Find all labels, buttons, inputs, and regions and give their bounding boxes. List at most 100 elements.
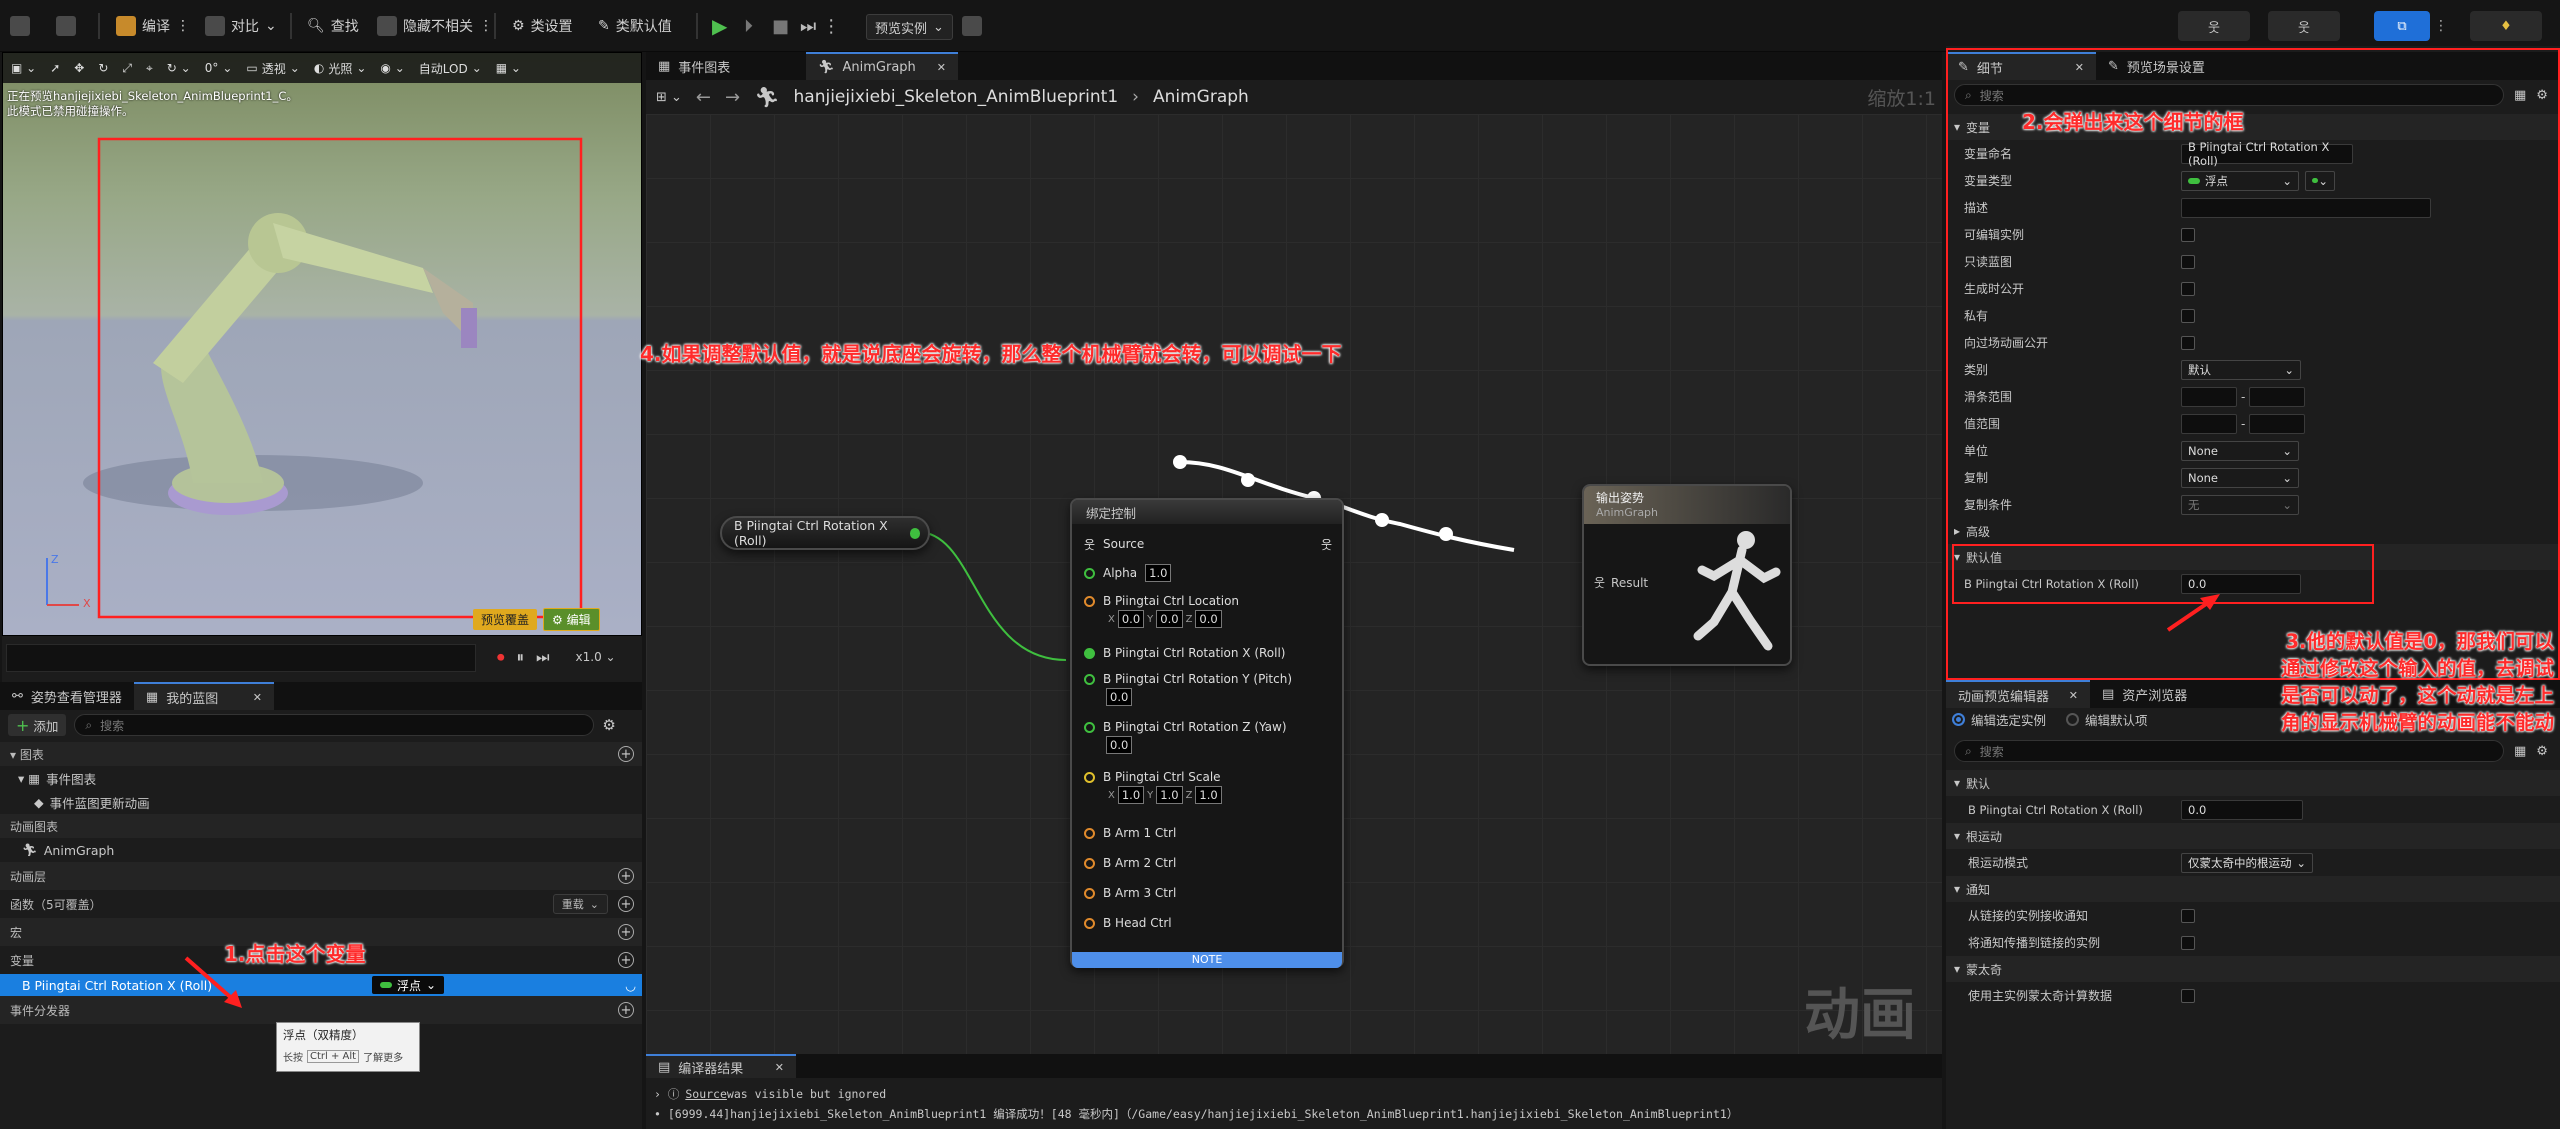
pe-variable-input[interactable]: 0.0 [2181,799,2303,820]
graph-canvas[interactable]: B Piingtai Ctrl Rotation X (Roll) 绑定控制 웃… [646,114,1942,1054]
visibility-eye-icon[interactable]: ◡ [625,978,636,993]
breadcrumb-graph[interactable]: AnimGraph [1153,87,1249,107]
section-advanced[interactable]: ▸ 高级 [1946,518,2560,544]
hide-unrelated-button[interactable]: 隐藏不相关 ⋮ [377,11,493,41]
skeleton-mode-button[interactable]: 웃 [2178,11,2250,41]
tree-event-graph[interactable]: ▾ ▦ 事件图表 [0,766,642,790]
close-icon[interactable]: ✕ [253,691,262,704]
expose-spawn-checkbox[interactable] [2181,281,2195,296]
close-icon[interactable]: ✕ [775,1061,784,1074]
eject-button[interactable]: ⏭ ⋮ [800,11,840,41]
section-dispatchers[interactable]: 事件分发器 + [0,996,642,1024]
section-default-value[interactable]: ▾ 默认值 [1946,544,2560,570]
add-variable-icon[interactable]: + [618,952,634,968]
section-root-motion[interactable]: ▾ 根运动 [1946,823,2560,849]
source-pin-row[interactable]: 웃 Source 웃 [1084,530,1332,558]
close-icon[interactable]: ✕ [2069,689,2078,702]
tab-anim-preview[interactable]: 动画预览编辑器 ✕ [1946,680,2090,708]
gear-icon[interactable]: ⚙ [2536,744,2548,759]
instance-editable-checkbox[interactable] [2181,227,2195,242]
expose-cine-checkbox[interactable] [2181,335,2195,350]
forward-arrow-icon[interactable]: → [725,87,740,108]
compiler-source-link[interactable]: Source [685,1087,727,1101]
stop-button[interactable]: ■ [772,11,789,41]
play-button[interactable]: ▶ [712,11,727,41]
location-y-input[interactable]: 0.0 [1156,610,1183,628]
arm1-pin-row[interactable]: B Arm 1 Ctrl [1084,818,1332,848]
slider-min-input[interactable] [2181,386,2237,407]
details-search[interactable]: ⌕ 搜索 [1954,84,2504,106]
rotation-z-pin-row[interactable]: B Piingtai Ctrl Rotation Z (Yaw) 0.0 [1084,716,1332,766]
desc-input[interactable] [2181,197,2431,218]
radio-defaults[interactable]: 编辑默认项 [2066,710,2148,729]
add-dispatcher-icon[interactable]: + [618,1002,634,1018]
pause-icon[interactable]: ⏸ [517,648,525,666]
more-icon[interactable]: ⋮ [2434,11,2448,41]
head-pin-row[interactable]: B Head Ctrl [1084,908,1332,938]
record-icon[interactable]: ⏺ [497,648,505,666]
preview-instance-dropdown[interactable]: 预览实例 ⌄ [866,12,953,42]
location-x-input[interactable]: 0.0 [1117,610,1145,628]
section-graphs[interactable]: ▾ 图表 + [0,742,642,766]
debug-button[interactable] [962,11,982,41]
compile-button[interactable]: 编译 ⋮ [116,11,190,41]
tree-anim-graph[interactable]: 🏃︎ AnimGraph [0,838,642,862]
section-notify[interactable]: ▾ 通知 [1946,876,2560,902]
section-anim-graphs[interactable]: 动画图表 [0,814,642,838]
control-rig-node[interactable]: 绑定控制 웃 Source 웃 Alpha 1.0 B Piingtai Ctrl L… [1070,498,1344,968]
add-button[interactable]: + 添加 [8,714,67,736]
add-layer-icon[interactable]: + [618,868,634,884]
replication-dropdown[interactable]: None ⌄ [2181,467,2299,488]
value-min-input[interactable] [2181,413,2237,434]
back-arrow-icon[interactable]: ← [696,87,711,108]
bookmark-icon[interactable]: ⊞ ⌄ [656,90,682,105]
find-button[interactable]: 🔍︎ 查找 [307,11,359,41]
tab-preview-scene[interactable]: ✎ 预览场景设置 [2096,52,2217,80]
class-defaults-button[interactable]: ✎ 类默认值 [598,11,672,41]
section-functions[interactable]: 函数（5可覆盖） 重载 ⌄ + [0,890,642,918]
rep-condition-dropdown[interactable]: 无 ⌄ [2181,494,2299,515]
physics-mode-button[interactable]: ♦ [2470,11,2542,41]
readonly-checkbox[interactable] [2181,254,2195,269]
alpha-input[interactable]: 1.0 [1145,564,1172,582]
pe-root-mode-dropdown[interactable]: 仅蒙太奇中的根运动 ⌄ [2181,852,2313,873]
step-button[interactable]: ⏵ [744,11,753,41]
scale-x-input[interactable]: 1.0 [1117,786,1145,804]
output-pose-node[interactable]: 输出姿势 AnimGraph 웃 Result [1582,484,1792,666]
tree-event-update[interactable]: ◆ 事件蓝图更新动画 [0,790,642,814]
my-blueprint-search[interactable]: ⌕ 搜索 [74,714,595,736]
tab-pose-watch[interactable]: ⚯ 姿势查看管理器 [0,682,134,710]
step-forward-icon[interactable]: ⏭ [536,648,550,666]
var-type-dropdown[interactable]: 浮点 ⌄ [2181,170,2299,191]
var-name-input[interactable]: B Piingtai Ctrl Rotation X (Roll) [2181,140,2353,168]
units-dropdown[interactable]: None ⌄ [2181,440,2299,461]
section-default[interactable]: ▾ 默认 [1946,770,2560,796]
arm3-pin-row[interactable]: B Arm 3 Ctrl [1084,878,1332,908]
close-icon[interactable]: ✕ [2075,61,2084,74]
preview-search[interactable]: ⌕ 搜索 [1954,740,2504,762]
edit-button[interactable]: ⚙ 编辑 [543,607,600,631]
pe-montage1-checkbox[interactable] [2181,988,2195,1003]
rotation-y-pin-row[interactable]: B Piingtai Ctrl Rotation Y (Pitch) 0.0 [1084,668,1332,716]
radio-selected-instance[interactable]: 编辑选定实例 [1952,710,2046,729]
viewport[interactable]: ▣ ⌄ ➚ ✥ ↻ ⤢ ⌖ ↻ ⌄ 0° ⌄ ▭ 透视 ⌄ ◐ 光照 ⌄ ◉ ⌄… [2,52,642,636]
override-dropdown[interactable]: 重载 ⌄ [552,894,608,914]
output-pin[interactable] [909,527,920,539]
location-pin-row[interactable]: B Piingtai Ctrl Location X 0.0 Y 0.0 Z 0.0 [1084,588,1332,638]
category-dropdown[interactable]: 默认 ⌄ [2181,359,2301,380]
variable-type-dropdown[interactable]: 浮点 ⌄ [372,976,445,994]
add-function-icon[interactable]: + [618,896,634,912]
private-checkbox[interactable] [2181,308,2195,323]
pe-notify2-checkbox[interactable] [2181,935,2195,950]
timeline-track[interactable] [6,644,476,672]
tab-asset-browser[interactable]: ▤ 资产浏览器 [2090,680,2199,708]
scale-pin-row[interactable]: B Piingtai Ctrl Scale X 1.0 Y 1.0 Z 1.0 [1084,766,1332,818]
diff-button[interactable]: 对比 ⌄ [205,11,277,41]
scale-y-input[interactable]: 1.0 [1156,786,1183,804]
tab-event-graph[interactable]: ▦ 事件图表 [646,52,806,80]
class-settings-button[interactable]: ⚙ 类设置 [512,11,573,41]
add-graph-icon[interactable]: + [618,746,634,762]
section-anim-layers[interactable]: 动画层 + [0,862,642,890]
tab-anim-graph[interactable]: 🏃︎ AnimGraph ✕ [806,52,958,80]
tab-details[interactable]: ✎ 细节 ✕ [1946,52,2096,80]
